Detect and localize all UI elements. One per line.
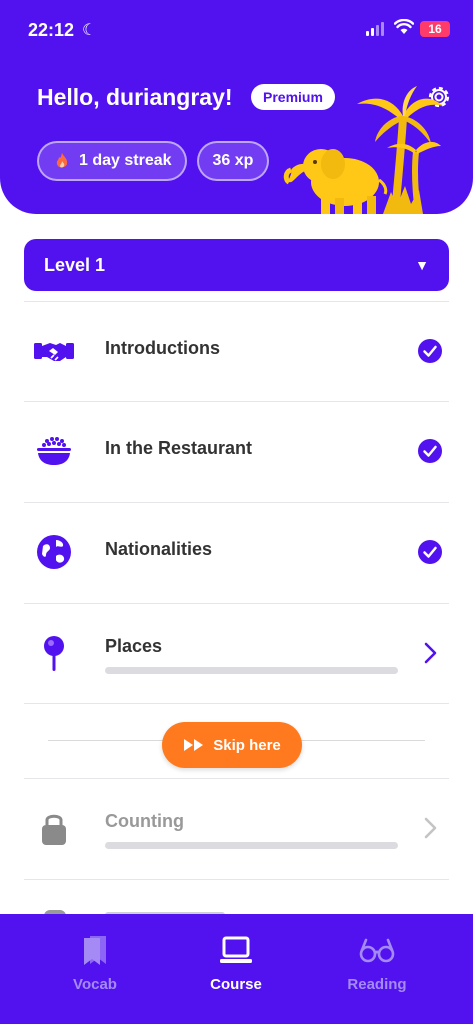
lesson-nationalities[interactable]: Nationalities — [24, 502, 449, 602]
lesson-title: In the Restaurant — [105, 438, 253, 458]
lesson-title: Counting — [105, 811, 184, 831]
wifi-icon — [394, 19, 414, 34]
level-dropdown[interactable]: Level 1 ▼ — [24, 239, 449, 291]
lesson-in-the-restaurant[interactable]: In the Restaurant — [24, 401, 449, 501]
caret-down-icon: ▼ — [415, 257, 429, 273]
handshake-icon — [34, 343, 74, 361]
chevron-right-icon[interactable] — [422, 641, 438, 665]
header: 22:12 ☾ 16 Hello, duriangray! Premium 1 … — [0, 0, 473, 214]
check-circle-icon — [418, 339, 442, 363]
map-pin-icon — [44, 636, 64, 671]
streak-pill[interactable]: 1 day streak — [37, 141, 187, 181]
lesson-title: Nationalities — [105, 539, 213, 559]
bookmark-icon — [84, 936, 106, 965]
chevron-right-icon[interactable] — [422, 816, 438, 840]
lesson-title: Places — [105, 636, 163, 656]
lesson-places[interactable]: Places — [24, 603, 449, 703]
lesson-introductions[interactable]: Introductions — [24, 301, 449, 401]
tab-label: Vocab — [73, 976, 117, 993]
lesson-title: Introductions — [105, 338, 220, 358]
xp-label: 36 xp — [212, 152, 254, 169]
moon-icon: ☾ — [82, 22, 97, 39]
tab-label: Reading — [347, 976, 407, 993]
tab-reading[interactable]: Reading — [327, 934, 427, 993]
check-circle-icon — [418, 540, 442, 564]
lesson-progress-bar — [105, 667, 398, 674]
status-time: 22:12 — [28, 20, 75, 40]
greeting: Hello, duriangray! — [37, 84, 233, 110]
level-label: Level 1 — [44, 255, 106, 275]
divider — [24, 703, 449, 704]
skip-here-button[interactable]: Skip here — [162, 722, 302, 768]
battery-indicator: 16 — [420, 21, 450, 37]
laptop-icon — [220, 936, 252, 963]
skip-label: Skip here — [213, 736, 281, 754]
tab-label: Course — [210, 976, 262, 993]
xp-pill[interactable]: 36 xp — [197, 141, 269, 181]
fast-forward-icon — [184, 739, 204, 751]
tab-vocab[interactable]: Vocab — [45, 934, 145, 993]
flame-icon — [56, 153, 68, 168]
streak-label: 1 day streak — [79, 152, 172, 169]
tab-course[interactable]: Course — [186, 934, 286, 993]
glasses-icon — [359, 938, 395, 963]
bottom-tab-bar: Vocab Course Reading — [0, 914, 473, 1024]
divider — [24, 879, 449, 880]
rice-bowl-icon — [37, 437, 71, 465]
cellular-signal-icon — [366, 22, 384, 36]
check-circle-icon — [418, 439, 442, 463]
globe-icon — [37, 535, 71, 569]
lesson-progress-bar — [105, 842, 398, 849]
elephant-palm-illustration — [283, 86, 443, 214]
lesson-counting[interactable]: Counting — [24, 778, 449, 878]
lock-icon — [42, 814, 66, 845]
